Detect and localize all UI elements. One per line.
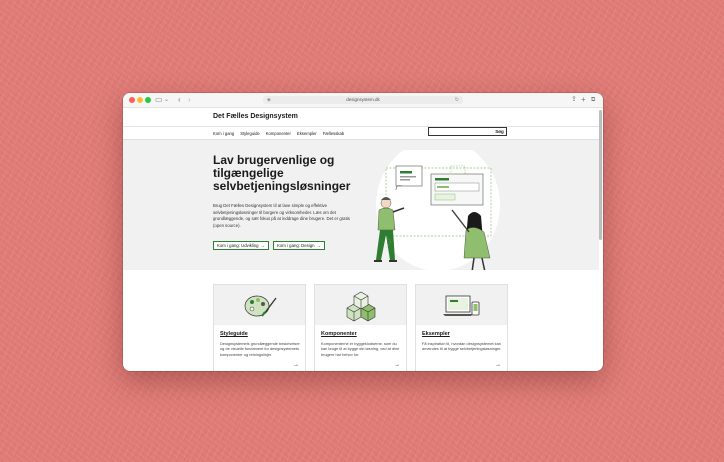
arrow-right-icon[interactable]: → — [495, 362, 501, 368]
nav-item-komponenter[interactable]: Komponenter — [266, 129, 291, 139]
arrow-right-icon[interactable]: → — [394, 362, 400, 368]
browser-toolbar: ▭ ⌄ ‹ › ◈ designsystem.dk ↻ ⇪ + ⧉ — [123, 93, 603, 108]
new-tab-icon[interactable]: + — [581, 94, 586, 106]
tabs-icon[interactable]: ⧉ — [591, 94, 595, 106]
nav-item-kom-i-gang[interactable]: Kom i gang — [213, 129, 234, 139]
website: Det Fælles Designsystem Kom i gang Style… — [123, 108, 599, 371]
shield-icon: ◈ — [267, 97, 271, 103]
blocks-icon — [346, 291, 376, 322]
card-image — [416, 285, 507, 325]
card-title[interactable]: Komponenter — [321, 331, 357, 337]
arrow-right-icon: → — [316, 243, 321, 248]
card-eksempler[interactable]: Eksempler Få inspiration til, hvordan de… — [415, 284, 508, 371]
hero-section: Lav brugervenlige og tilgængelige selvbe… — [123, 140, 599, 270]
sidebar-icon[interactable]: ▭ — [155, 94, 163, 106]
chevron-down-icon[interactable]: ⌄ — [164, 94, 169, 106]
back-icon[interactable]: ‹ — [178, 94, 181, 106]
card-styleguide[interactable]: Styleguide Designsystemets grundlæggende… — [213, 284, 306, 371]
button-label: Kom i gang: Design — [277, 243, 315, 248]
button-label: Kom i gang: Udvikling — [217, 243, 259, 248]
reload-icon[interactable]: ↻ — [455, 96, 459, 104]
card-title[interactable]: Styleguide — [220, 331, 248, 337]
palette-icon — [244, 295, 277, 317]
close-window-button[interactable] — [129, 97, 135, 103]
nav-item-eksempler[interactable]: Eksempler — [297, 129, 317, 139]
arrow-right-icon[interactable]: → — [293, 362, 299, 368]
maximize-window-button[interactable] — [145, 97, 151, 103]
devices-icon — [443, 295, 480, 316]
card-komponenter[interactable]: Komponenter Komponenterne er byggeklodse… — [314, 284, 407, 371]
scrollbar[interactable] — [599, 110, 602, 240]
forward-icon[interactable]: › — [188, 94, 191, 106]
nav-item-styleguide[interactable]: Styleguide — [240, 129, 260, 139]
hero-title: Lav brugervenlige og tilgængelige selvbe… — [213, 153, 351, 193]
hero-illustration — [374, 150, 500, 270]
site-header — [123, 108, 599, 127]
card-image — [315, 285, 406, 325]
arrow-right-icon: → — [260, 243, 265, 248]
card-description: Få inspiration til, hvordan designsystem… — [422, 341, 502, 352]
minimize-window-button[interactable] — [137, 97, 143, 103]
nav-item-faellesskab[interactable]: Fællesskab — [323, 129, 344, 139]
share-icon[interactable]: ⇪ — [571, 94, 577, 106]
search-button[interactable]: Søg — [493, 127, 507, 136]
get-started-development-button[interactable]: Kom i gang: Udvikling → — [213, 241, 269, 250]
main-nav: Kom i gang Styleguide Komponenter Eksemp… — [213, 129, 344, 139]
get-started-design-button[interactable]: Kom i gang: Design → — [273, 241, 325, 250]
card-description: Komponenterne er byggeklodserne, som du … — [321, 341, 400, 357]
hero-text: Brug Det Fælles Designsystem til at lave… — [213, 203, 350, 228]
card-title[interactable]: Eksempler — [422, 331, 450, 337]
address-text: designsystem.dk — [346, 97, 380, 102]
site-logo[interactable]: Det Fælles Designsystem — [213, 113, 298, 120]
card-grid: Styleguide Designsystemets grundlæggende… — [213, 284, 508, 371]
address-bar[interactable]: ◈ designsystem.dk ↻ — [263, 96, 463, 104]
card-image — [214, 285, 305, 325]
browser-window: ▭ ⌄ ‹ › ◈ designsystem.dk ↻ ⇪ + ⧉ Det Fæ… — [123, 93, 603, 371]
card-description: Designsystemets grundlæggende beskrivels… — [220, 341, 300, 357]
